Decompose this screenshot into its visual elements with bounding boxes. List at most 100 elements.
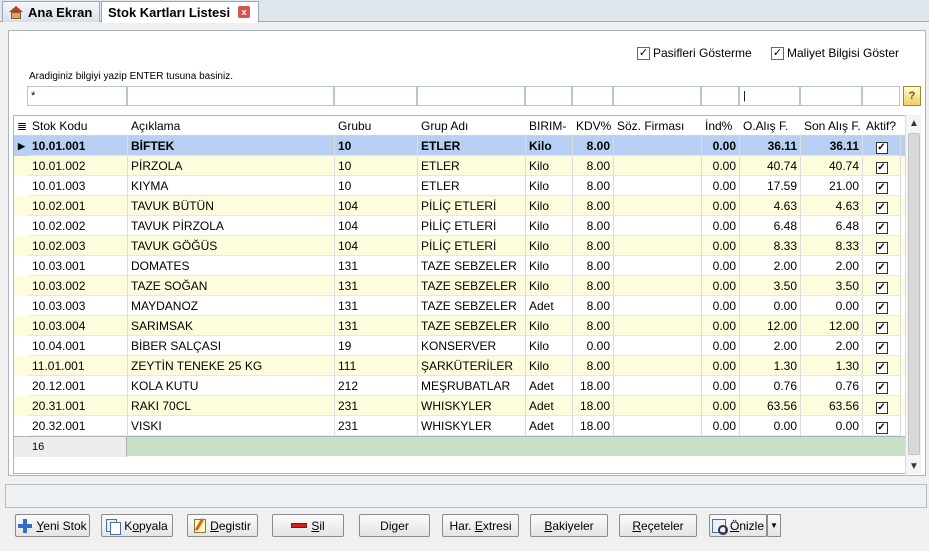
scroll-up-icon[interactable]: ▲ <box>906 115 922 131</box>
cell-soz-firmasi <box>614 156 702 176</box>
checkbox-box[interactable]: ✓ <box>637 46 650 60</box>
column-header-birim[interactable]: BIRIM- <box>526 116 573 136</box>
filter-grup-adi[interactable] <box>417 86 525 106</box>
aktif-checkbox[interactable]: ✓ <box>875 322 888 334</box>
tab-ana-ekran[interactable]: Ana Ekran <box>2 1 100 22</box>
cell-stok-kodu: 20.31.001 <box>29 396 128 416</box>
aktif-checkbox[interactable]: ✓ <box>875 202 888 214</box>
table-row[interactable]: 11.01.001 ZEYTİN TENEKE 25 KG 111 ŞARKÜTERİ… <box>14 356 905 376</box>
yeni-stok-button[interactable]: Yeni Stok <box>15 514 90 537</box>
har-extresi-button[interactable]: Har. Extresi <box>442 514 519 537</box>
table-row[interactable]: 10.01.002 PİRZOLA 10 ETLER Kilo 8.00 0.00 40.74… <box>14 156 905 176</box>
table-row[interactable]: 20.32.001 VISKI 231 WHISKYLER Adet 18.00 0.00 0… <box>14 416 905 436</box>
cell-aktif: ✓ <box>863 316 901 336</box>
row-indicator-icon: ▶ <box>18 140 25 151</box>
row-indicator <box>14 156 29 176</box>
column-header-grup-adi[interactable]: Grup Adı <box>418 116 526 136</box>
column-header-kdv[interactable]: KDV% <box>573 116 614 136</box>
receteler-button[interactable]: Reçeteler <box>619 514 697 537</box>
bakiyeler-button[interactable]: Bakiyeler <box>530 514 608 537</box>
filter-aktif[interactable] <box>862 86 900 106</box>
filter-ind[interactable] <box>701 86 739 106</box>
table-row[interactable]: 10.02.002 TAVUK PİRZOLA 104 PİLİÇ ETLERİ Kil… <box>14 216 905 236</box>
cell-soz-firmasi <box>614 196 702 216</box>
aktif-checkbox[interactable]: ✓ <box>875 342 888 354</box>
table-row[interactable]: 10.04.001 BİBER SALÇASI 19 KONSERVER Kilo 0.0… <box>14 336 905 356</box>
table-row[interactable]: 10.01.003 KIYMA 10 ETLER Kilo 8.00 0.00 17.59 21… <box>14 176 905 196</box>
filter-aciklama[interactable] <box>127 86 334 106</box>
sil-button[interactable]: Sil <box>272 514 344 537</box>
aktif-checkbox[interactable]: ✓ <box>875 302 888 314</box>
filter-grubu[interactable] <box>334 86 417 106</box>
vertical-scrollbar[interactable]: ▲ ▼ <box>905 115 921 474</box>
table-row[interactable]: 10.03.002 TAZE SOĞAN 131 TAZE SEBZELER Kilo 8… <box>14 276 905 296</box>
cell-grubu: 104 <box>335 236 418 256</box>
aktif-checkbox[interactable]: ✓ <box>875 422 888 434</box>
scroll-thumb[interactable] <box>908 133 920 455</box>
tab-label: Stok Kartları Listesi <box>108 4 231 20</box>
cell-kdv: 8.00 <box>573 196 614 216</box>
column-header-son-alis[interactable]: Son Alış F. <box>801 116 863 136</box>
filter-son-alis[interactable] <box>800 86 862 106</box>
column-header-grubu[interactable]: Grubu <box>335 116 418 136</box>
aktif-checkbox[interactable]: ✓ <box>875 362 888 374</box>
aktif-checkbox[interactable]: ✓ <box>875 182 888 194</box>
pasifleri-gosterme-checkbox[interactable]: ✓ Pasifleri Gösterme <box>637 46 752 60</box>
filter-o-alis[interactable]: | <box>739 86 800 106</box>
filter-kdv[interactable] <box>572 86 613 106</box>
cell-stok-kodu: 10.01.003 <box>29 176 128 196</box>
cell-son-alis: 21.00 <box>801 176 863 196</box>
kopyala-button[interactable]: Kopyala <box>101 514 173 537</box>
column-header-aktif[interactable]: Aktif? <box>863 116 901 136</box>
cell-grup-adi: ŞARKÜTERİLER <box>418 356 526 376</box>
tab-stok-kartlari[interactable]: Stok Kartları Listesi x <box>101 1 259 23</box>
aktif-checkbox[interactable]: ✓ <box>875 262 888 274</box>
maliyet-bilgisi-checkbox[interactable]: ✓ Maliyet Bilgisi Göster <box>771 46 899 60</box>
cell-aktif: ✓ <box>863 136 901 156</box>
table-row[interactable]: 10.03.001 DOMATES 131 TAZE SEBZELER Kilo 8.00… <box>14 256 905 276</box>
table-row[interactable]: 20.31.001 RAKI 70CL 231 WHISKYLER Adet 18.00 0… <box>14 396 905 416</box>
column-header-stok-kodu[interactable]: Stok Kodu <box>29 116 128 136</box>
cell-ind: 0.00 <box>702 416 740 436</box>
table-row[interactable]: 20.12.001 KOLA KUTU 212 MEŞRUBATLAR Adet 18.0… <box>14 376 905 396</box>
filter-soz-firmasi[interactable] <box>613 86 701 106</box>
cell-kdv: 8.00 <box>573 136 614 156</box>
table-row[interactable]: ▶ 10.01.001 BİFTEK 10 ETLER Kilo 8.00 0.00 36.11… <box>14 136 905 156</box>
cell-grup-adi: PİLİÇ ETLERİ <box>418 236 526 256</box>
cell-o-alis: 63.56 <box>740 396 801 416</box>
column-chooser-icon[interactable]: ≣ <box>14 116 29 136</box>
filter-stok-kodu[interactable]: * <box>27 86 127 106</box>
close-icon[interactable]: x <box>238 6 251 18</box>
onizle-button[interactable]: Önizle <box>709 514 767 537</box>
aktif-checkbox[interactable]: ✓ <box>875 282 888 294</box>
table-row[interactable]: 10.03.003 MAYDANOZ 131 TAZE SEBZELER Adet 8.0… <box>14 296 905 316</box>
aktif-checkbox[interactable]: ✓ <box>875 402 888 414</box>
onizle-dropdown-icon[interactable]: ▼ <box>767 514 781 537</box>
stock-list-panel: ✓ Pasifleri Gösterme ✓ Maliyet Bilgisi G… <box>8 30 926 476</box>
cell-soz-firmasi <box>614 336 702 356</box>
column-header-soz-firmasi[interactable]: Söz. Firması <box>614 116 702 136</box>
degistir-button[interactable]: Degistir <box>187 514 258 537</box>
column-header-o-alis[interactable]: O.Alış F. <box>740 116 801 136</box>
aktif-checkbox[interactable]: ✓ <box>875 142 888 154</box>
aktif-checkbox[interactable]: ✓ <box>875 242 888 254</box>
table-row[interactable]: 10.02.001 TAVUK BÜTÜN 104 PİLİÇ ETLERİ Kilo 8… <box>14 196 905 216</box>
cell-grubu: 19 <box>335 336 418 356</box>
cell-o-alis: 17.59 <box>740 176 801 196</box>
column-header-ind[interactable]: İnd% <box>702 116 740 136</box>
aktif-checkbox[interactable]: ✓ <box>875 162 888 174</box>
aktif-checkbox[interactable]: ✓ <box>875 222 888 234</box>
diger-button[interactable]: Diger <box>359 514 430 537</box>
cell-aktif: ✓ <box>863 236 901 256</box>
scroll-down-icon[interactable]: ▼ <box>906 458 922 474</box>
checkbox-box[interactable]: ✓ <box>771 46 784 60</box>
cell-o-alis: 4.63 <box>740 196 801 216</box>
aktif-checkbox[interactable]: ✓ <box>875 382 888 394</box>
cell-son-alis: 0.00 <box>801 296 863 316</box>
filter-birim[interactable] <box>525 86 572 106</box>
table-row[interactable]: 10.03.004 SARIMSAK 131 TAZE SEBZELER Kilo 8.0… <box>14 316 905 336</box>
cell-kdv: 18.00 <box>573 376 614 396</box>
filter-icon[interactable]: ? <box>903 86 921 106</box>
column-header-aciklama[interactable]: Açıklama <box>128 116 335 136</box>
table-row[interactable]: 10.02.003 TAVUK GÖĞÜS 104 PİLİÇ ETLERİ Kilo 8… <box>14 236 905 256</box>
